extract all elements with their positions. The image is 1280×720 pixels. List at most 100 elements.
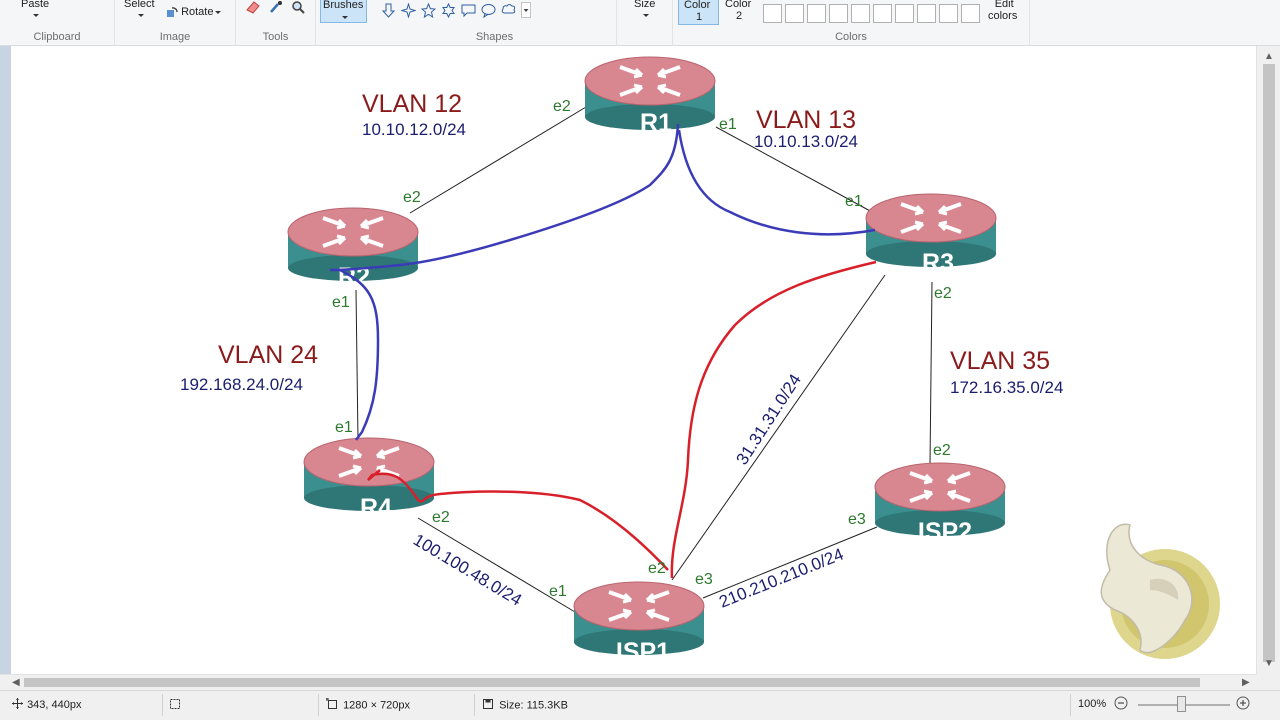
horizontal-scroll-thumb[interactable] xyxy=(24,678,1200,687)
link-subnet-r4-isp1: 100.100.48.0/24 xyxy=(410,530,525,610)
image-dimensions: 1280 × 720px xyxy=(326,698,410,713)
color2-number: 2 xyxy=(736,10,743,22)
file-size: Size: 115.3KB xyxy=(482,698,568,713)
size-dropdown-arrow[interactable] xyxy=(641,9,649,21)
vertical-scrollbar[interactable]: ▲ ▼ xyxy=(1256,46,1280,674)
colors-group-label: Colors xyxy=(835,31,867,43)
vlan12-label: VLAN 12 xyxy=(362,90,462,118)
iface-r4-e1: e1 xyxy=(335,419,353,436)
rotate-label: Rotate xyxy=(181,6,214,18)
rotate-button[interactable]: Rotate xyxy=(166,6,222,18)
ribbon: Paste Clipboard Select Rotate Image Tool… xyxy=(0,0,1280,46)
dimensions-text: 1280 × 720px xyxy=(343,699,411,712)
shapes-more-button[interactable] xyxy=(521,2,531,21)
zoom-out-icon[interactable] xyxy=(1114,696,1128,713)
magnifier-icon[interactable] xyxy=(291,0,305,17)
cursor-position: 343, 440px xyxy=(12,698,82,712)
color-swatch[interactable] xyxy=(763,4,782,23)
shapes-group: Shapes xyxy=(373,0,617,46)
brushes-dropdown-arrow xyxy=(340,11,348,23)
image-group: Select Rotate Image xyxy=(115,0,236,46)
selection-size-icon xyxy=(169,698,181,713)
iface-r4-e2: e2 xyxy=(432,509,450,526)
router-label-r1: R1 xyxy=(640,109,672,137)
color1-label: Color xyxy=(684,0,711,11)
vertical-scroll-thumb[interactable] xyxy=(1263,64,1275,662)
color-swatch[interactable] xyxy=(939,4,958,23)
color-swatch[interactable] xyxy=(873,4,892,23)
network-diagram: R1 R2 R3 R4 ISP1 ISP2 VLAN 12 10.10.12.0… xyxy=(180,55,1220,666)
cursor-position-text: 343, 440px xyxy=(27,698,82,711)
rect-callout-shape-icon[interactable] xyxy=(461,3,476,18)
scroll-down-icon[interactable]: ▼ xyxy=(1264,659,1274,669)
color-swatch[interactable] xyxy=(807,4,826,23)
iface-r1-e1: e1 xyxy=(719,116,737,133)
zoom-in-icon[interactable] xyxy=(1236,696,1250,713)
color2-button[interactable]: Color xyxy=(725,0,751,10)
scroll-right-icon[interactable]: ▶ xyxy=(1242,678,1250,688)
router-label-r3: R3 xyxy=(922,249,954,277)
iface-isp2-e3: e3 xyxy=(848,511,866,528)
eraser-icon[interactable] xyxy=(245,0,261,17)
tools-group-label: Tools xyxy=(262,31,289,43)
vlan24-label: VLAN 24 xyxy=(218,341,318,369)
zoom-level: 100% xyxy=(1078,698,1107,710)
drawing-canvas[interactable]: R1 R2 R3 R4 ISP1 ISP2 VLAN 12 10.10.12.0… xyxy=(11,46,1256,674)
color-swatch[interactable] xyxy=(895,4,914,23)
select-dropdown-arrow[interactable] xyxy=(136,9,144,21)
link-isp1-isp2 xyxy=(702,526,878,599)
edit-colors-label: Edit xyxy=(994,0,1014,10)
iface-isp1-e1: e1 xyxy=(549,583,567,600)
image-group-label: Image xyxy=(159,31,191,43)
scroll-corner xyxy=(1256,674,1280,690)
paste-dropdown-arrow[interactable] xyxy=(31,9,39,21)
vlan24-subnet: 192.168.24.0/24 xyxy=(180,375,303,394)
colors-group: Color 1 Color 2 Edit colors Colors xyxy=(673,0,1030,46)
five-point-star-shape-icon[interactable] xyxy=(420,2,437,19)
color-swatch[interactable] xyxy=(785,4,804,23)
color1-button[interactable]: Color 1 xyxy=(678,0,719,25)
link-r3-isp1 xyxy=(671,274,886,581)
router-label-r4: R4 xyxy=(360,494,392,522)
rotate-icon xyxy=(166,6,178,18)
six-point-star-shape-icon[interactable] xyxy=(441,2,456,19)
horizontal-scrollbar[interactable]: ◀ ▶ xyxy=(0,674,1256,690)
down-arrow-shape-icon[interactable] xyxy=(381,3,396,18)
workspace: R1 R2 R3 R4 ISP1 ISP2 VLAN 12 10.10.12.0… xyxy=(0,46,1256,674)
vlan35-label: VLAN 35 xyxy=(950,347,1050,375)
vlan13-subnet: 10.10.13.0/24 xyxy=(754,132,858,151)
iface-r2-e2: e2 xyxy=(403,189,421,206)
oval-callout-shape-icon[interactable] xyxy=(481,3,496,19)
vlan35-subnet: 172.16.35.0/24 xyxy=(950,378,1063,397)
status-bar: 343, 440px 1280 × 720px Size: 115.3KB 10… xyxy=(0,690,1280,720)
color-swatch[interactable] xyxy=(851,4,870,23)
iface-isp1-e3: e3 xyxy=(695,571,713,588)
disk-icon xyxy=(482,698,496,713)
pegasus-logo xyxy=(1100,523,1220,659)
four-point-star-shape-icon[interactable] xyxy=(400,2,417,19)
cloud-callout-shape-icon[interactable] xyxy=(501,3,516,18)
file-size-text: Size: 115.3KB xyxy=(499,699,568,712)
scroll-left-icon[interactable]: ◀ xyxy=(12,678,20,688)
red-path xyxy=(367,260,877,579)
clipboard-group-label: Clipboard xyxy=(33,31,81,43)
brushes-button[interactable]: Brushes xyxy=(320,0,367,23)
color1-number: 1 xyxy=(696,11,703,23)
scroll-up-icon[interactable]: ▲ xyxy=(1264,52,1274,62)
edit-colors-button[interactable]: Edit colors xyxy=(988,0,1017,22)
iface-isp1-e2: e2 xyxy=(648,560,666,577)
link-r2-r4 xyxy=(355,289,359,441)
iface-r3-e1: e1 xyxy=(845,193,863,210)
link-lines xyxy=(355,106,933,613)
color-swatch[interactable] xyxy=(917,4,936,23)
iface-r3-e2: e2 xyxy=(934,285,952,302)
iface-r1-e2: e2 xyxy=(553,98,571,115)
color-picker-icon[interactable] xyxy=(269,0,283,17)
link-subnet-r3-isp1: 31.31.31.0/24 xyxy=(732,371,805,469)
zoom-slider-thumb[interactable] xyxy=(1177,696,1186,712)
router-label-isp2: ISP2 xyxy=(918,518,972,546)
color-swatch[interactable] xyxy=(961,4,980,23)
dimensions-icon xyxy=(326,698,340,713)
edit-colors-label-2: colors xyxy=(988,10,1018,22)
color-swatch[interactable] xyxy=(829,4,848,23)
